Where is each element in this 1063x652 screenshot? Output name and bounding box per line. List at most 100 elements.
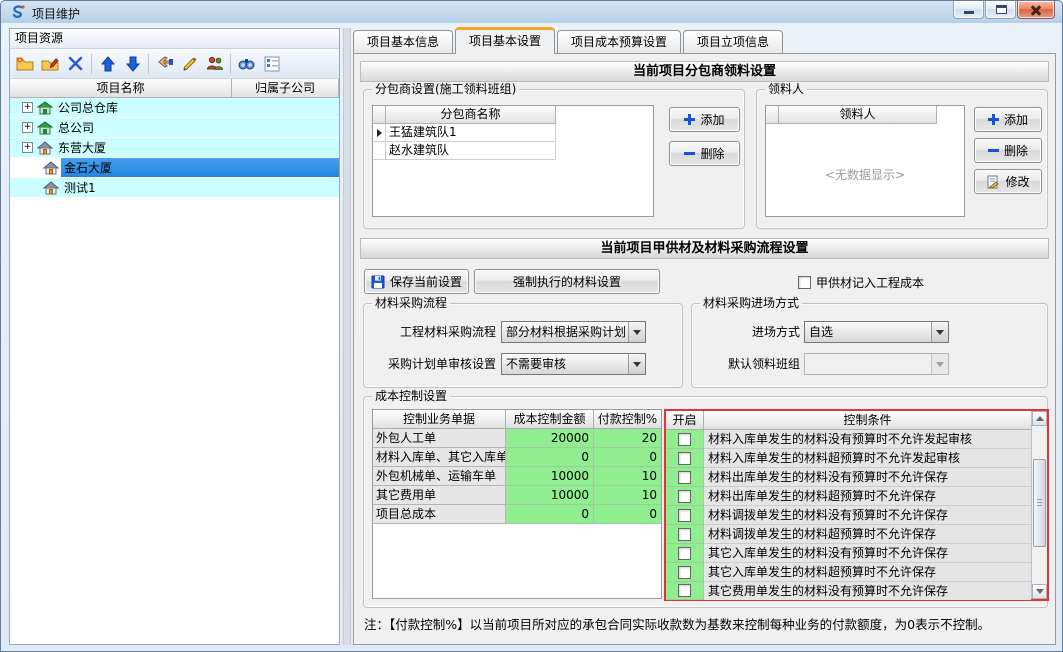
amount-cell[interactable]: 0 [506, 448, 594, 467]
condition-label: 材料入库单发生的材料没有预算时不允许发起审核 [704, 430, 1031, 449]
default-picker-team-combobox[interactable] [804, 353, 949, 375]
amount-cell[interactable]: 0 [506, 505, 594, 524]
edit-pencil-icon[interactable] [177, 52, 202, 76]
picker-grid: 领料人 <无数据显示> [765, 105, 965, 217]
new-folder-icon[interactable] [13, 52, 38, 76]
condition-label: 其它入库单发生的材料超预算时不允许保存 [704, 563, 1031, 582]
tree-row-dongying-tower[interactable]: 东营大厦 [10, 138, 339, 158]
plus-icon [684, 114, 695, 125]
dropdown-button[interactable] [931, 322, 948, 342]
tab-project-basic-info[interactable]: 项目基本信息 [353, 30, 453, 54]
checkbox-icon[interactable] [678, 584, 691, 597]
percent-cell[interactable]: 10 [594, 486, 661, 505]
subcontractor-row[interactable]: 王猛建筑队1 [373, 124, 653, 142]
checkbox-icon[interactable] [678, 452, 691, 465]
condition-checkbox-cell[interactable] [666, 449, 704, 468]
condition-label: 其它入库单发生的材料没有预算时不允许保存 [704, 544, 1031, 563]
group-material-entry-mode: 材料采购进场方式 进场方式 自选 默认领料班组 [691, 303, 1048, 388]
save-settings-button[interactable]: 保存当前设置 [364, 269, 469, 294]
expand-icon[interactable] [22, 142, 33, 153]
percent-cell[interactable]: 0 [594, 505, 661, 524]
tree-row-company-warehouse[interactable]: 公司总仓库 [10, 98, 339, 118]
delete-icon[interactable] [63, 52, 88, 76]
column-header-condition[interactable]: 控制条件 [704, 411, 1031, 430]
button-label: 修改 [1005, 173, 1029, 190]
plan-review-combobox[interactable]: 不需要审核 [501, 353, 646, 375]
checkbox-icon[interactable] [678, 566, 691, 579]
move-down-icon[interactable] [120, 52, 145, 76]
section-header-procurement: 当前项目甲供材及材料采购流程设置 [360, 238, 1049, 259]
amount-cell[interactable]: 10000 [506, 467, 594, 486]
subcontractor-name: 王猛建筑队1 [386, 124, 556, 142]
edit-folder-icon[interactable] [38, 52, 63, 76]
condition-checkbox-cell[interactable] [666, 563, 704, 582]
forced-material-settings-button[interactable]: 强制执行的材料设置 [474, 269, 660, 294]
condition-checkbox-cell[interactable] [666, 544, 704, 563]
checkbox-icon[interactable] [678, 547, 691, 560]
row-marker-cell [373, 142, 386, 160]
percent-cell[interactable]: 0 [594, 448, 661, 467]
column-header-project-name[interactable]: 项目名称 [10, 79, 232, 98]
checkbox-icon[interactable] [678, 471, 691, 484]
tree-row-head-office[interactable]: 总公司 [10, 118, 339, 138]
scroll-down-button[interactable] [1032, 584, 1047, 599]
procurement-flow-combobox[interactable]: 部分材料根据采购计划 [501, 321, 646, 343]
dropdown-button[interactable] [628, 354, 645, 374]
column-header-open[interactable]: 开启 [666, 411, 704, 430]
column-header-doc[interactable]: 控制业务单据 [373, 410, 506, 429]
subcontractor-row[interactable]: 赵水建筑队 [373, 142, 653, 160]
maximize-button[interactable] [985, 1, 1016, 19]
tree-row-test1[interactable]: 测试1 [10, 178, 339, 198]
minimize-button[interactable] [953, 1, 984, 19]
expand-icon[interactable] [22, 122, 33, 133]
users-icon[interactable] [202, 52, 227, 76]
tab-project-basic-settings[interactable]: 项目基本设置 [455, 27, 555, 54]
move-up-icon[interactable] [95, 52, 120, 76]
amount-cell[interactable]: 10000 [506, 486, 594, 505]
column-header-picker[interactable]: 领料人 [779, 106, 937, 124]
tab-project-cost-budget-settings[interactable]: 项目成本预算设置 [557, 30, 681, 54]
condition-checkbox-cell[interactable] [666, 487, 704, 506]
condition-checkbox-cell[interactable] [666, 525, 704, 544]
column-header-amount[interactable]: 成本控制金额 [506, 410, 594, 429]
subcontractor-delete-button[interactable]: 删除 [669, 141, 740, 166]
checkbox-icon[interactable] [678, 490, 691, 503]
scroll-up-button[interactable] [1032, 411, 1047, 426]
condition-checkbox-cell[interactable] [666, 468, 704, 487]
checkbox-icon[interactable] [798, 276, 811, 289]
column-header-subsidiary[interactable]: 归属子公司 [232, 79, 339, 98]
condition-checkbox-cell[interactable] [666, 582, 704, 600]
panel-splitter[interactable] [343, 28, 351, 645]
picker-add-button[interactable]: 添加 [974, 107, 1042, 132]
checkbox-icon[interactable] [678, 528, 691, 541]
percent-cell[interactable]: 20 [594, 429, 661, 448]
checkbox-icon[interactable] [678, 433, 691, 446]
conditions-scrollbar[interactable] [1031, 411, 1047, 599]
picker-delete-button[interactable]: 删除 [974, 138, 1042, 163]
close-button[interactable] [1017, 1, 1055, 19]
amount-cell[interactable]: 20000 [506, 429, 594, 448]
percent-cell[interactable]: 10 [594, 467, 661, 486]
condition-checkbox-cell[interactable] [666, 430, 704, 449]
expand-icon[interactable] [22, 102, 33, 113]
view-list-icon[interactable] [259, 52, 284, 76]
minimize-icon [964, 11, 974, 14]
tree-row-jinshi-tower-selected[interactable]: 金石大厦 [10, 158, 339, 178]
dropdown-button[interactable] [931, 354, 948, 374]
payment-control-note: 注：【付款控制%】以当前项目所对应的承包合同实际收款数为基数来控制每种业务的付款… [364, 614, 990, 633]
column-header-percent[interactable]: 付款控制% [594, 410, 661, 429]
checkbox-icon[interactable] [678, 509, 691, 522]
condition-checkbox-cell[interactable] [666, 506, 704, 525]
column-header-subcontractor-name[interactable]: 分包商名称 [386, 106, 556, 124]
subcontractor-add-button[interactable]: 添加 [669, 107, 740, 132]
search-icon[interactable] [234, 52, 259, 76]
subcontractor-name: 赵水建筑队 [386, 142, 556, 160]
picker-modify-button[interactable]: 修改 [974, 169, 1042, 194]
cost-row: 项目总成本 0 0 [373, 505, 661, 524]
assign-hand-icon[interactable] [152, 52, 177, 76]
field-label: 采购计划单审核设置 [364, 353, 496, 375]
scrollbar-thumb[interactable] [1033, 459, 1046, 547]
tab-project-approval-info[interactable]: 项目立项信息 [683, 30, 783, 54]
entry-mode-combobox[interactable]: 自选 [804, 321, 949, 343]
dropdown-button[interactable] [628, 322, 645, 342]
